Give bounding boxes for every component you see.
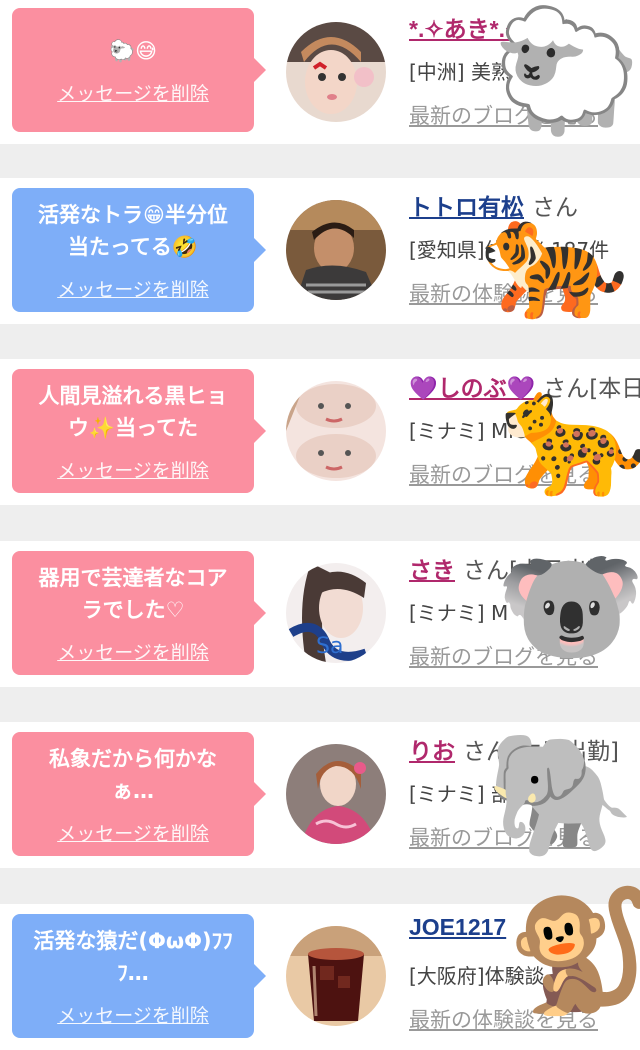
avatar[interactable] bbox=[286, 744, 386, 844]
leopard-sticker: 🐆 bbox=[500, 365, 640, 504]
elephant-sticker: 🐘 bbox=[486, 726, 636, 865]
name-line: JOE1217 bbox=[409, 914, 514, 941]
delete-message-link[interactable]: メッセージを削除 bbox=[57, 275, 209, 302]
message-text: 器用で芸達者なコア ラでした♡ bbox=[38, 565, 228, 622]
list-item: 🐑😅 メッセージを削除 *.✧あき*.✧ さん [中洲] 美熟 最新のブログを見る… bbox=[0, 0, 640, 144]
profile-name-link[interactable]: さき bbox=[409, 557, 455, 583]
message-text: 人間見溢れる黒ヒョ ウ✨当ってた bbox=[38, 383, 228, 440]
tiger-sticker: 🐅 bbox=[480, 188, 630, 327]
monkey-sticker: 🐒 bbox=[506, 882, 640, 1021]
avatar[interactable] bbox=[286, 200, 386, 300]
message-bubble: 活発なトラ😁半分位 当たってる🤣 メッセージを削除 bbox=[12, 188, 266, 312]
profile-name-link[interactable]: JOE1217 bbox=[409, 914, 506, 940]
list-item: 器用で芸達者なコア ラでした♡ メッセージを削除 Sa さき さん[本日出勤] [… bbox=[0, 541, 640, 687]
message-text: 私象だから何かな ぁ… bbox=[49, 746, 217, 803]
sheep-sticker: 🐑 bbox=[492, 2, 640, 141]
delete-message-link[interactable]: メッセージを削除 bbox=[57, 456, 209, 483]
message-list: 🐑😅 メッセージを削除 *.✧あき*.✧ さん [中洲] 美熟 最新のブログを見る… bbox=[0, 0, 640, 1050]
list-item: 人間見溢れる黒ヒョ ウ✨当ってた メッセージを削除 💜しのぶ💜 さん[本日 [ミナ… bbox=[0, 359, 640, 505]
message-bubble: 活発な猿だ(ΦωΦ)ﾌﾌ ﾌ… メッセージを削除 bbox=[12, 914, 266, 1038]
avatar[interactable] bbox=[286, 926, 386, 1026]
koala-sticker: 🐨 bbox=[496, 537, 640, 676]
message-text: 活発なトラ😁半分位 当たってる🤣 bbox=[38, 202, 228, 259]
list-item: 私象だから何かな ぁ… メッセージを削除 りお さん[本日出勤] [ミナミ] 部 … bbox=[0, 722, 640, 868]
delete-message-link[interactable]: メッセージを削除 bbox=[57, 819, 209, 846]
message-bubble: 🐑😅 メッセージを削除 bbox=[12, 8, 266, 132]
profile-name-link[interactable]: りお bbox=[409, 738, 455, 764]
message-text: 活発な猿だ(ΦωΦ)ﾌﾌ ﾌ… bbox=[33, 928, 233, 985]
delete-message-link[interactable]: メッセージを削除 bbox=[57, 79, 209, 106]
avatar[interactable] bbox=[286, 22, 386, 122]
profile-info: [ミナミ] M bbox=[409, 601, 509, 625]
delete-message-link[interactable]: メッセージを削除 bbox=[57, 638, 209, 665]
message-bubble: 器用で芸達者なコア ラでした♡ メッセージを削除 bbox=[12, 551, 266, 675]
list-item: 活発な猿だ(ΦωΦ)ﾌﾌ ﾌ… メッセージを削除 JOE1217 [大阪府]体験… bbox=[0, 892, 640, 1050]
list-item: 活発なトラ😁半分位 当たってる🤣 メッセージを削除 トトロ有松 さん [愛知県]体… bbox=[0, 178, 640, 324]
avatar[interactable]: Sa bbox=[286, 563, 386, 663]
message-bubble: 私象だから何かな ぁ… メッセージを削除 bbox=[12, 732, 266, 856]
avatar[interactable] bbox=[286, 381, 386, 481]
message-bubble: 人間見溢れる黒ヒョ ウ✨当ってた メッセージを削除 bbox=[12, 369, 266, 493]
svg-text:Sa: Sa bbox=[316, 634, 343, 659]
delete-message-link[interactable]: メッセージを削除 bbox=[57, 1001, 209, 1028]
message-text: 🐑😅 bbox=[108, 38, 158, 63]
